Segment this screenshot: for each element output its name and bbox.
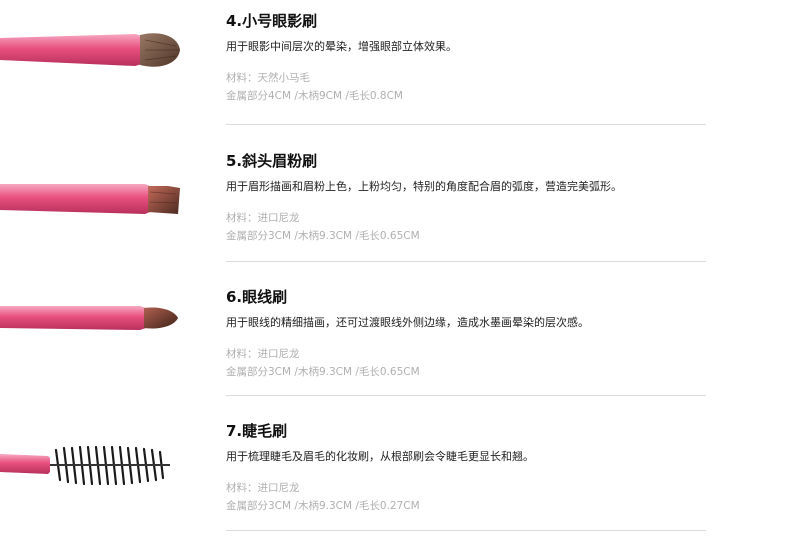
brush-title: 7.睫毛刷 <box>226 422 288 440</box>
eyeshadow-brush-image <box>0 0 200 135</box>
brush-material: 材料：天然小马毛 <box>226 72 310 84</box>
brush-material: 材料：进口尼龙 <box>226 482 300 494</box>
brush-item-5: 5.斜头眉粉刷 用于眉形描画和眉粉上色，上粉均匀，特别的角度配合眉的弧度，营造完… <box>0 140 790 275</box>
brush-material: 材料：进口尼龙 <box>226 348 300 360</box>
brush-description: 用于梳理睫毛及眉毛的化妆刷，从根部刷会令睫毛更显长和翘。 <box>226 450 534 463</box>
section-divider <box>226 124 706 125</box>
brush-description: 用于眼线的精细描画，还可过渡眼线外侧边缘，造成水墨画晕染的层次感。 <box>226 316 589 329</box>
brush-item-6: 6.眼线刷 用于眼线的精细描画，还可过渡眼线外侧边缘，造成水墨画晕染的层次感。 … <box>0 276 790 411</box>
brush-material: 材料：进口尼龙 <box>226 212 300 224</box>
section-divider <box>226 261 706 262</box>
brush-item-4: 4.小号眼影刷 用于眼影中间层次的晕染，增强眼部立体效果。 材料：天然小马毛 金… <box>0 0 790 135</box>
brush-description: 用于眉形描画和眉粉上色，上粉均匀，特别的角度配合眉的弧度，营造完美弧形。 <box>226 180 622 193</box>
brush-spec: 金属部分3CM /木柄9.3CM /毛长0.27CM <box>226 500 420 512</box>
section-divider <box>226 395 706 396</box>
angled-brow-brush-image <box>0 140 200 275</box>
brush-spec: 金属部分3CM /木柄9.3CM /毛长0.65CM <box>226 366 420 378</box>
brush-title: 4.小号眼影刷 <box>226 12 318 30</box>
brush-title: 5.斜头眉粉刷 <box>226 152 318 170</box>
section-divider <box>226 530 706 531</box>
eyeliner-brush-image <box>0 276 200 411</box>
brush-spec: 金属部分4CM /木柄9CM /毛长0.8CM <box>226 90 403 102</box>
spoolie-brush-image <box>0 410 200 545</box>
brush-item-7: 7.睫毛刷 用于梳理睫毛及眉毛的化妆刷，从根部刷会令睫毛更显长和翘。 材料：进口… <box>0 410 790 545</box>
brush-description: 用于眼影中间层次的晕染，增强眼部立体效果。 <box>226 40 457 53</box>
brush-title: 6.眼线刷 <box>226 288 288 306</box>
brush-spec: 金属部分3CM /木柄9.3CM /毛长0.65CM <box>226 230 420 242</box>
